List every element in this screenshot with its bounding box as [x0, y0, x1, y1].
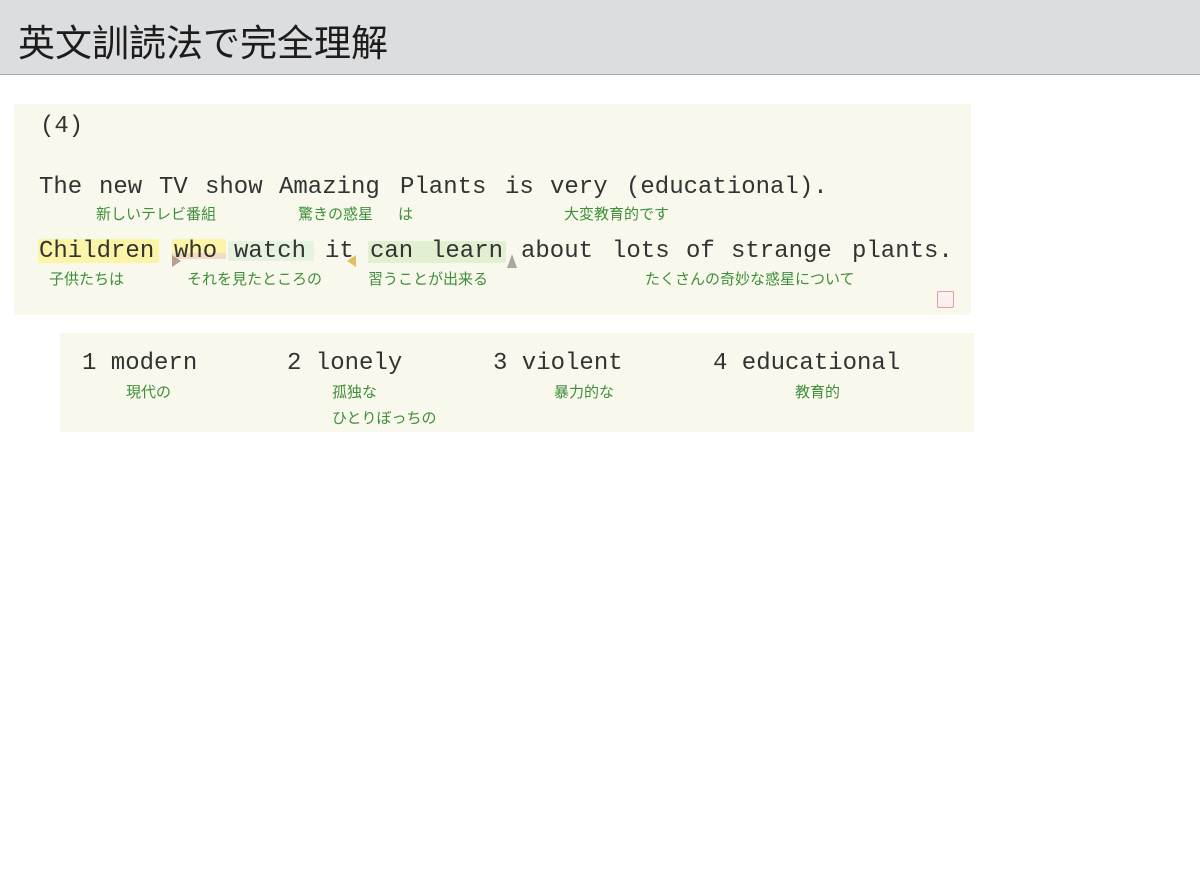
- s2-gloss-about-plants: たくさんの奇妙な惑星について: [645, 270, 855, 288]
- s2-gloss-who-watch-it: それを見たところの: [187, 270, 323, 288]
- s2-gloss-children: 子供たちは: [49, 270, 125, 288]
- choice-1-label: 1 modern: [82, 350, 198, 377]
- s1-word-the: The: [39, 174, 83, 201]
- s2-word-plants: plants.: [852, 238, 953, 265]
- app-header: 英文訓読法で完全理解: [0, 0, 1200, 75]
- s2-word-can: can: [370, 238, 414, 265]
- s2-word-lots: lots: [612, 238, 670, 265]
- s1-word-very: very: [550, 174, 608, 201]
- choice-3-label: 3 violent: [493, 350, 623, 377]
- page-title: 英文訓読法で完全理解: [18, 22, 388, 65]
- s1-word-educational: (educational).: [626, 174, 828, 201]
- choice-2-gloss-2: ひとりぼっちの: [332, 409, 437, 427]
- s1-gloss-amazing-plants: 驚きの惑星: [298, 205, 374, 223]
- s1-word-amazing: Amazing: [279, 174, 380, 201]
- question-number: (4): [40, 113, 84, 140]
- s2-word-watch: watch: [234, 238, 307, 265]
- marker-up-icon: [507, 254, 517, 268]
- s1-gloss-very-educational: 大変教育的です: [564, 205, 670, 223]
- choice-3-gloss: 暴力的な: [554, 383, 615, 401]
- s2-word-who: who: [174, 238, 218, 265]
- s2-word-learn: learn: [431, 238, 504, 265]
- choice-2-gloss-1: 孤独な: [332, 383, 378, 401]
- choice-1-gloss: 現代の: [126, 383, 172, 401]
- choice-4-gloss: 教育的: [795, 383, 841, 401]
- s1-word-tv: TV: [159, 174, 188, 201]
- choice-4-label: 4 educational: [713, 350, 901, 377]
- seal-stamp-icon: [937, 291, 954, 308]
- s2-word-of: of: [686, 238, 715, 265]
- s2-word-strange: strange: [731, 238, 832, 265]
- s2-gloss-can-learn: 習うことが出来る: [368, 270, 489, 288]
- s2-word-it: it: [325, 238, 354, 265]
- s1-word-is: is: [505, 174, 534, 201]
- s1-gloss-tv-show: 新しいテレビ番組: [96, 205, 217, 223]
- s1-word-show: show: [205, 174, 263, 201]
- s2-word-about: about: [521, 238, 594, 265]
- s1-word-plants: Plants: [400, 174, 487, 201]
- s2-word-children: Children: [39, 238, 155, 265]
- choice-2-label: 2 lonely: [287, 350, 403, 377]
- s1-gloss-is: は: [398, 205, 414, 223]
- s1-word-new: new: [99, 174, 143, 201]
